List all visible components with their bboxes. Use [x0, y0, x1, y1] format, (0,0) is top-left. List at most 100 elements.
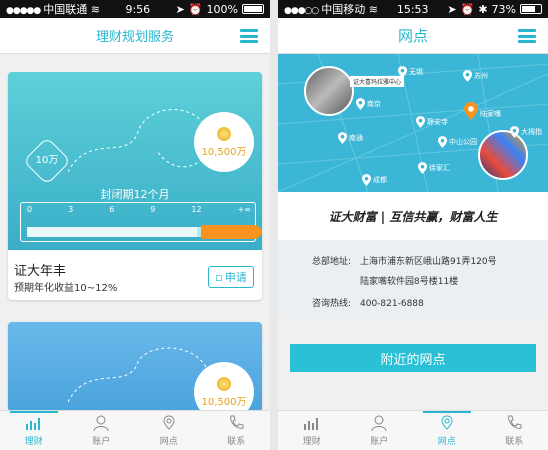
nav-bar: 网点	[278, 18, 548, 54]
signal-icon: ●●●●●	[6, 6, 41, 16]
hotline-row[interactable]: 咨询热线: 400-821-6888	[312, 296, 424, 309]
phone-screen-right: ●●●○○ 中国移动 ≋ 15:53 ➤ ⏰ ✱ 73% 网点 证大喜玛拉雅中心 无锡苏…	[278, 0, 548, 450]
apply-button[interactable]: ▫ 申请	[208, 266, 254, 288]
battery-icon	[242, 4, 264, 14]
alarm-icon: ⏰	[460, 2, 475, 16]
map-pin-icon	[163, 415, 175, 430]
map-place-label: 成都	[373, 176, 387, 184]
product-card-2[interactable]: 10,500万	[8, 322, 262, 412]
building-photo	[304, 66, 354, 116]
location-icon: ➤	[175, 2, 185, 16]
min-amount-badge: 10万	[22, 136, 72, 186]
page-title: 网点	[397, 27, 428, 45]
amount-circle-2: 10,500万	[194, 362, 254, 412]
map-place-label: 南通	[349, 134, 363, 142]
tab-account[interactable]: 账户	[346, 411, 414, 450]
signal-icon: ●●●○○	[284, 6, 319, 16]
clock: 15:53	[396, 2, 429, 16]
hq-info: 总部地址: 上海市浦东新区峨山路91弄120号 陆家嘴软件园8号楼11楼 咨询热线…	[278, 240, 548, 318]
period-scale: 0 3 6 9 12 +∞	[20, 202, 262, 242]
map-place-label: 陆家嘴	[480, 110, 501, 118]
wifi-icon: ≋	[368, 3, 378, 16]
battery-percent: 100%	[206, 2, 238, 16]
scale-tick: 6	[109, 205, 115, 214]
phone-screen-left: ●●●●● 中国联通 ≋ 9:56 ➤ ⏰ 100% 理财规划服务 10万 10,50…	[0, 0, 270, 450]
map-pin-icon[interactable]	[418, 162, 427, 174]
alarm-icon: ⏰	[188, 2, 203, 16]
chart-icon	[25, 418, 40, 430]
coin-amount: 10,500万	[201, 146, 247, 158]
user-icon	[371, 415, 387, 432]
product-banner-2: 10,500万	[8, 322, 262, 412]
product-rate: 预期年化收益10~12%	[14, 283, 118, 294]
location-icon: ➤	[447, 2, 457, 16]
map-pin-icon[interactable]	[510, 126, 519, 138]
phone-icon	[230, 415, 244, 429]
status-bar: ●●●●● 中国联通 ≋ 9:56 ➤ ⏰ 100%	[0, 0, 270, 18]
status-bar: ●●●○○ 中国移动 ≋ 15:53 ➤ ⏰ ✱ 73%	[278, 0, 548, 18]
amount-circle: 10,500万	[194, 112, 254, 172]
coin-icon	[217, 126, 231, 141]
tab-branches[interactable]: 网点	[413, 411, 481, 450]
tab-bar: 理财 账户 网点 联系	[0, 410, 270, 450]
map-place-label: 苏州	[474, 72, 488, 80]
lock-period: 封闭期12个月	[100, 188, 170, 201]
carrier-label: 中国联通	[43, 3, 88, 16]
map-pin-icon[interactable]	[416, 116, 425, 128]
map-pin-icon[interactable]	[438, 136, 447, 148]
map-place-label: 徐家汇	[429, 164, 450, 172]
nav-bar: 理财规划服务	[0, 18, 270, 54]
map-pin-icon[interactable]	[362, 174, 371, 186]
scale-tick: 12	[191, 205, 202, 214]
clock: 9:56	[125, 2, 151, 16]
scale-tick: 3	[68, 205, 74, 214]
map-place-label: 无锡	[409, 68, 423, 76]
address-row-2: 陆家嘴软件园8号楼11楼	[360, 277, 459, 287]
scale-tick: +∞	[237, 205, 251, 214]
map-pin-icon[interactable]	[338, 132, 347, 144]
page-title: 理财规划服务	[95, 30, 174, 45]
product-card[interactable]: 10万 10,500万 封闭期12个月 0 3 6 9 12 +∞ 证大年丰 预期年化收益…	[8, 72, 262, 300]
map-place-label: 中山公园	[449, 138, 477, 146]
tab-contact[interactable]: 联系	[203, 411, 271, 450]
brand-slogan: 证大财富 | 互信共赢，财富人生	[278, 192, 548, 240]
scale-ticks: 0 3 6 9 12 +∞	[27, 205, 251, 214]
battery-percent: 73%	[491, 2, 516, 16]
building-photo	[478, 130, 528, 180]
photo-tag: 证大喜玛拉雅中心	[350, 76, 405, 87]
coin-icon	[217, 376, 231, 391]
branch-map[interactable]: 证大喜玛拉雅中心 无锡苏州南京静安寺 陆家嘴南通中山公园 大拇指成都 徐家汇	[278, 54, 548, 192]
scale-tick: 0	[27, 205, 33, 214]
bluetooth-icon: ✱	[478, 2, 488, 16]
map-place-label: 大拇指	[521, 128, 542, 136]
tab-branches[interactable]: 网点	[135, 411, 203, 450]
wifi-icon: ≋	[90, 3, 100, 16]
map-place-label: 静安寺	[427, 118, 448, 126]
tab-contact[interactable]: 联系	[481, 411, 548, 450]
address-row: 总部地址: 上海市浦东新区峨山路91弄120号	[312, 257, 497, 267]
tab-finance[interactable]: 理财	[278, 411, 346, 450]
scale-arrow	[201, 225, 262, 239]
menu-icon[interactable]	[240, 29, 258, 43]
nearby-branches-button[interactable]: 附近的网点	[290, 344, 536, 372]
map-pin-icon	[441, 415, 453, 430]
map-pin-icon[interactable]	[464, 102, 478, 120]
menu-icon[interactable]	[518, 29, 536, 43]
product-name: 证大年丰	[14, 264, 67, 279]
chart-icon	[303, 418, 318, 430]
map-pin-icon[interactable]	[398, 66, 407, 78]
battery-icon	[520, 4, 542, 14]
phone-icon	[508, 415, 522, 429]
product-banner: 10万 10,500万 封闭期12个月 0 3 6 9 12 +∞	[8, 72, 262, 250]
tab-finance[interactable]: 理财	[0, 411, 68, 450]
user-icon	[93, 415, 109, 432]
map-pin-icon[interactable]	[356, 98, 365, 110]
tab-bar: 理财 账户 网点 联系	[278, 410, 548, 450]
coin-amount: 10,500万	[201, 396, 247, 408]
tab-account[interactable]: 账户	[68, 411, 136, 450]
map-pin-icon[interactable]	[463, 70, 472, 82]
map-place-label: 南京	[367, 100, 381, 108]
carrier-label: 中国移动	[321, 3, 366, 16]
apply-icon: ▫	[215, 270, 223, 284]
scale-tick: 9	[150, 205, 156, 214]
